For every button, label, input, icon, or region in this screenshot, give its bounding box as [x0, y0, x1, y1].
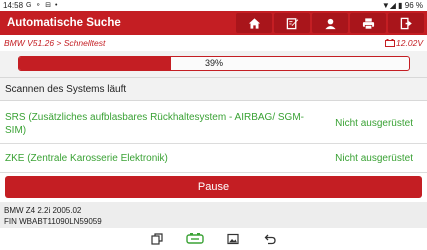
image-icon [227, 233, 239, 245]
navigation-bar [0, 228, 427, 250]
vehicle-model: BMW Z4 2.2i 2005.02 [4, 206, 82, 215]
status-time: 14:58 [3, 1, 24, 10]
print-button[interactable] [350, 13, 386, 33]
back-button[interactable] [262, 232, 278, 246]
recent-apps-icon [151, 233, 163, 245]
system-name: ZKE (Zentrale Karosserie Elektronik) [5, 153, 168, 164]
system-status: Nicht ausgerüstet [335, 153, 413, 164]
vci-connector-icon [186, 233, 204, 244]
system-row-zke[interactable]: ZKE (Zentrale Karosserie Elektronik) Nic… [0, 144, 427, 173]
home-icon [248, 17, 260, 29]
user-button[interactable] [312, 13, 348, 33]
breadcrumb-path: BMW V51.26 > Schnelltest [4, 38, 106, 48]
progress-bar: 39% [18, 56, 410, 71]
recent-apps-button[interactable] [149, 232, 165, 246]
notification-icons: G ⚬ ⊟ • [26, 2, 59, 9]
battery-indicator: ▼◢ ▮ 96 % [381, 1, 423, 10]
status-bar: 14:58 G ⚬ ⊟ • ▼◢ ▮ 96 % [0, 0, 427, 11]
screenshot-button[interactable] [225, 232, 241, 246]
user-icon [324, 18, 336, 29]
exit-button[interactable] [388, 13, 424, 33]
battery-voltage: 12.02V [385, 35, 423, 51]
home-button[interactable] [236, 13, 272, 33]
edit-button[interactable] [274, 13, 310, 33]
exit-icon [400, 17, 412, 29]
pause-button[interactable]: Pause [5, 176, 422, 198]
progress-label: 39% [204, 58, 223, 68]
scan-status: Scannen des Systems läuft [0, 77, 427, 101]
car-battery-icon [385, 39, 396, 47]
back-arrow-icon [264, 234, 276, 245]
page-title: Automatische Suche [7, 17, 121, 29]
print-icon [362, 17, 374, 29]
system-status: Nicht ausgerüstet [335, 118, 413, 129]
voltage-value: 12.02V [396, 38, 423, 48]
vehicle-info: BMW Z4 2.2i 2005.02 FIN WBABT11090LN5905… [0, 202, 427, 228]
edit-icon [286, 17, 298, 29]
diagnostic-home-button[interactable] [186, 232, 204, 246]
progress-area: 39% [0, 51, 427, 77]
system-row-srs[interactable]: SRS (Zusätzliches aufblasbares Rückhalte… [0, 101, 427, 144]
breadcrumb: BMW V51.26 > Schnelltest 12.02V [0, 35, 427, 51]
vehicle-fin: FIN WBABT11090LN59059 [4, 217, 102, 226]
title-bar: Automatische Suche [0, 11, 427, 35]
system-name: SRS (Zusätzliches aufblasbares Rückhalte… [5, 112, 304, 136]
